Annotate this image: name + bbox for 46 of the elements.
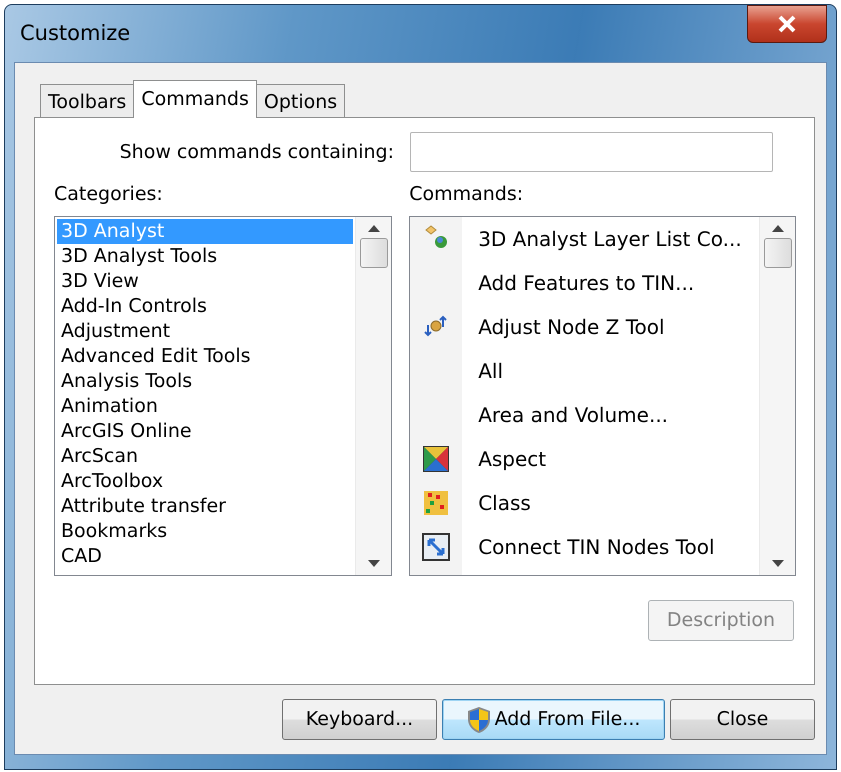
scrollbar-thumb[interactable] — [764, 238, 792, 268]
search-label: Show commands containing: — [118, 140, 395, 165]
dialog-button[interactable]: Keyboard... — [282, 699, 437, 740]
dialog-button[interactable]: Close — [670, 699, 815, 740]
scroll-down-icon[interactable] — [368, 560, 380, 567]
tab[interactable]: Options — [256, 84, 346, 117]
command-item[interactable]: All — [462, 356, 503, 386]
category-item[interactable]: CAD — [57, 544, 354, 569]
commands-label: Commands: — [409, 182, 524, 207]
command-item[interactable]: Adjust Node Z Tool — [462, 312, 665, 342]
category-item[interactable]: Adjustment — [57, 319, 354, 344]
scroll-up-icon[interactable] — [772, 225, 784, 232]
window-title: Customize — [19, 20, 130, 47]
dialog-button[interactable]: Add From File... — [442, 699, 665, 740]
category-item[interactable]: ArcToolbox — [57, 469, 354, 494]
close-icon — [777, 14, 797, 32]
category-item[interactable]: Advanced Edit Tools — [57, 344, 354, 369]
category-item[interactable]: 3D Analyst Tools — [57, 244, 354, 269]
category-item[interactable]: Add-In Controls — [57, 294, 354, 319]
command-item[interactable]: Connect TIN Nodes Tool — [462, 532, 715, 562]
command-item[interactable]: 3D Analyst Layer List Co... — [462, 224, 742, 254]
grid-icon — [422, 489, 450, 517]
command-item[interactable]: Area and Volume... — [462, 400, 668, 430]
search-field[interactable] — [410, 132, 773, 172]
shield-icon — [466, 706, 491, 734]
category-item[interactable]: Attribute transfer — [57, 494, 354, 519]
scroll-up-icon[interactable] — [368, 225, 380, 232]
scrollbar[interactable] — [355, 217, 392, 575]
close-button[interactable] — [747, 4, 827, 42]
scrollbar[interactable] — [759, 217, 795, 575]
connect-icon — [422, 533, 450, 561]
category-item[interactable]: 3D View — [57, 269, 354, 294]
command-item[interactable]: Aspect — [462, 444, 546, 474]
tab[interactable]: Toolbars — [40, 84, 134, 117]
command-item[interactable]: Add Features to TIN... — [462, 268, 694, 298]
categories-label: Categories: — [54, 182, 164, 207]
category-item[interactable]: Bookmarks — [57, 519, 354, 544]
scrollbar-thumb[interactable] — [360, 238, 388, 268]
category-item[interactable]: ArcGIS Online — [57, 419, 354, 444]
tab[interactable]: Commands — [133, 80, 257, 118]
category-item[interactable]: ArcScan — [57, 444, 354, 469]
scroll-down-icon[interactable] — [772, 560, 784, 567]
aspect-icon — [422, 445, 450, 473]
category-item[interactable]: Animation — [57, 394, 354, 419]
command-item[interactable]: Class — [462, 488, 531, 518]
category-item[interactable]: Analysis Tools — [57, 369, 354, 394]
